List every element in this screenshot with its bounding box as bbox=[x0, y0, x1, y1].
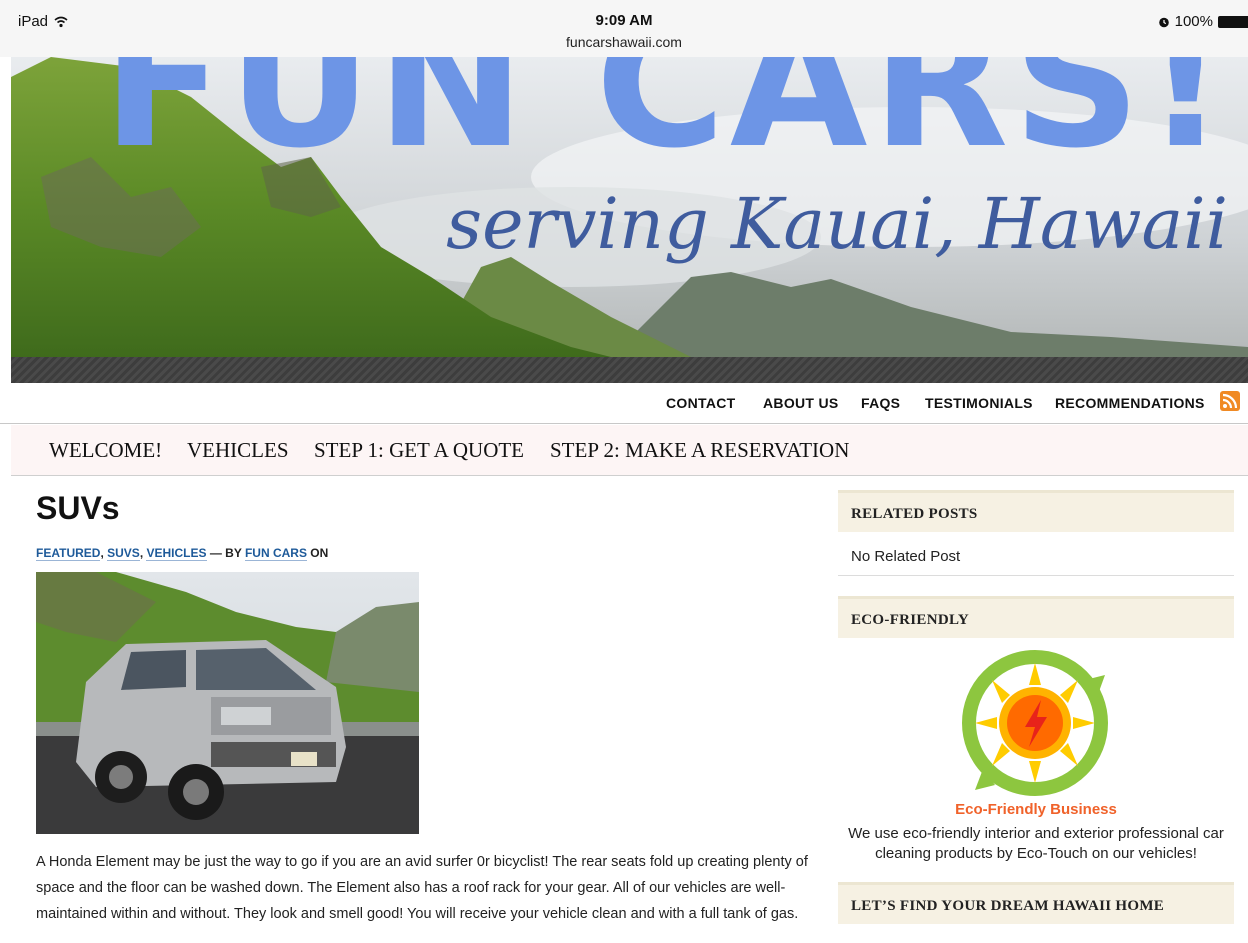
rss-icon[interactable] bbox=[1220, 391, 1240, 411]
nav-vehicles[interactable]: VEHICLES bbox=[187, 438, 289, 463]
no-related-post: No Related Post bbox=[851, 548, 961, 565]
status-bar: iPad 9:09 AM funcarshawaii.com 100% bbox=[0, 0, 1248, 57]
nav-about-us[interactable]: ABOUT US bbox=[763, 395, 839, 411]
clock: 9:09 AM bbox=[595, 12, 653, 29]
status-right: 100% bbox=[1158, 13, 1248, 30]
alarm-icon bbox=[1158, 17, 1169, 27]
battery-percent: 100% bbox=[1174, 13, 1213, 30]
category-suvs[interactable]: SUVS bbox=[107, 546, 140, 561]
site-tagline: serving Kauai, Hawaii bbox=[446, 183, 1228, 265]
site-title: FUN CARS! bbox=[102, 57, 1230, 187]
address-bar[interactable]: funcarshawaii.com bbox=[0, 34, 1248, 50]
post-title: SUVs bbox=[36, 490, 120, 526]
post-meta: FEATURED, SUVS, VEHICLES — BY FUN CARS O… bbox=[36, 546, 329, 561]
nav-make-a-reservation[interactable]: STEP 2: MAKE A RESERVATION bbox=[550, 438, 849, 463]
nav-contact[interactable]: CONTACT bbox=[666, 395, 736, 411]
eco-friendly-caption: Eco-Friendly Business bbox=[955, 801, 1117, 818]
meta-by: — BY bbox=[206, 546, 245, 560]
nav-testimonials[interactable]: TESTIMONIALS bbox=[925, 395, 1033, 411]
banner-stripe bbox=[11, 357, 1248, 383]
battery-icon bbox=[1218, 15, 1248, 28]
widget-related-posts-header: RELATED POSTS bbox=[838, 490, 1234, 532]
main-nav: WELCOME! VEHICLES STEP 1: GET A QUOTE ST… bbox=[11, 425, 1248, 476]
meta-on: ON bbox=[306, 546, 329, 560]
nav-welcome[interactable]: WELCOME! bbox=[49, 438, 162, 463]
author-link[interactable]: FUN CARS bbox=[244, 546, 307, 561]
nav-recommendations[interactable]: RECOMMENDATIONS bbox=[1055, 395, 1205, 411]
eco-friendly-text: We use eco-friendly interior and exterio… bbox=[848, 825, 1224, 862]
eco-friendly-logo[interactable] bbox=[955, 645, 1115, 800]
category-vehicles[interactable]: VEHICLES bbox=[146, 546, 207, 561]
widget-related-posts-title: RELATED POSTS bbox=[851, 506, 978, 522]
category-featured[interactable]: FEATURED bbox=[36, 546, 101, 561]
post-body: A Honda Element may be just the way to g… bbox=[36, 854, 808, 922]
hero-banner[interactable]: FUN CARS! serving Kauai, Hawaii bbox=[11, 57, 1248, 357]
widget-dream-home-header: LET’S FIND YOUR DREAM HAWAII HOME bbox=[838, 882, 1234, 924]
widget-eco-friendly-title: ECO-FRIENDLY bbox=[851, 612, 970, 628]
widget-eco-friendly-header: ECO-FRIENDLY bbox=[838, 596, 1234, 638]
nav-faqs[interactable]: FAQS bbox=[861, 395, 900, 411]
widget-divider bbox=[838, 575, 1234, 576]
top-nav: CONTACT ABOUT US FAQS TESTIMONIALS RECOM… bbox=[0, 383, 1248, 424]
post-image bbox=[36, 572, 419, 834]
widget-dream-home-title: LET’S FIND YOUR DREAM HAWAII HOME bbox=[851, 898, 1165, 914]
nav-get-a-quote[interactable]: STEP 1: GET A QUOTE bbox=[314, 438, 524, 463]
